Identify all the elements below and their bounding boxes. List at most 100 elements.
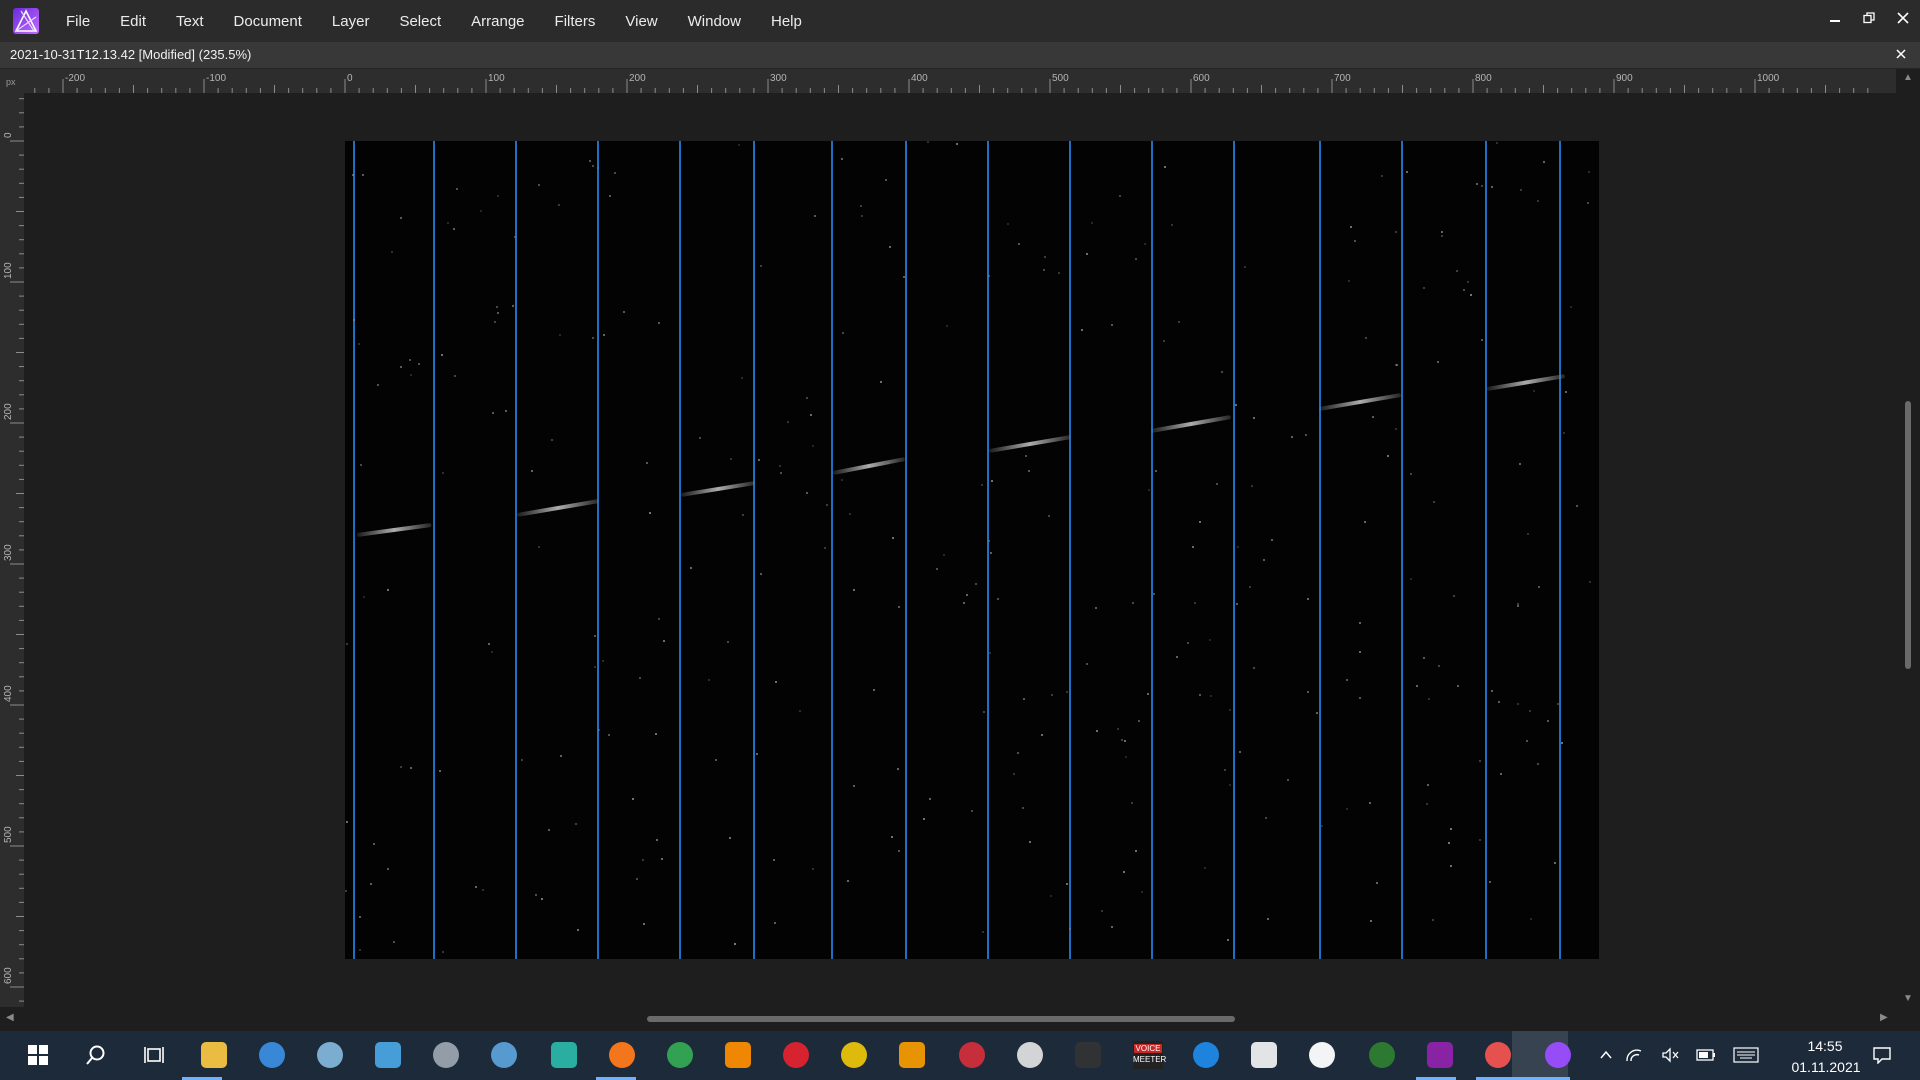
document-tab[interactable]: 2021-10-31T12.13.42 [Modified] (235.5%) — [0, 42, 1920, 69]
guide-line[interactable] — [1151, 141, 1153, 959]
star-dot — [1043, 269, 1045, 271]
guide-line[interactable] — [905, 141, 907, 959]
menu-layer[interactable]: Layer — [332, 13, 370, 30]
horizontal-scrollbar[interactable]: ◀ ▶ — [0, 1007, 1920, 1031]
star-dot — [594, 666, 596, 668]
star-dot — [1194, 602, 1196, 604]
guide-line[interactable] — [433, 141, 435, 959]
affinity-designer-icon[interactable] — [956, 1039, 988, 1071]
volume-muted-icon[interactable] — [1654, 1039, 1686, 1071]
close-document-icon[interactable] — [1892, 45, 1910, 63]
image-artboard[interactable] — [345, 141, 1599, 959]
paint-icon[interactable] — [1482, 1039, 1514, 1071]
guide-line[interactable] — [753, 141, 755, 959]
menu-window[interactable]: Window — [688, 13, 741, 30]
calendar-icon[interactable] — [1248, 1039, 1280, 1071]
scroll-up-arrow-icon[interactable]: ▲ — [1903, 72, 1913, 83]
guide-line[interactable] — [1485, 141, 1487, 959]
battery-icon[interactable] — [1690, 1039, 1722, 1071]
star-dot — [891, 836, 893, 838]
clock-date[interactable]: 01.11.2021 — [1778, 1059, 1874, 1075]
vertical-scroll-thumb[interactable] — [1905, 401, 1911, 669]
guide-line[interactable] — [1233, 141, 1235, 959]
star-dot — [598, 729, 600, 731]
search-icon[interactable] — [80, 1039, 112, 1071]
star-dot — [643, 923, 645, 925]
menu-select[interactable]: Select — [399, 13, 441, 30]
star-dot — [1058, 272, 1060, 274]
menu-filters[interactable]: Filters — [555, 13, 596, 30]
star-dot — [1346, 679, 1348, 681]
star-dot — [1305, 434, 1307, 436]
scroll-left-arrow-icon[interactable]: ◀ — [6, 1012, 14, 1023]
vertical-scrollbar[interactable]: ▲ ▼ — [1896, 69, 1920, 1007]
vertical-ruler[interactable]: 0 100 200 300 400 500 600 — [0, 93, 24, 1007]
menu-text[interactable]: Text — [176, 13, 204, 30]
guide-line[interactable] — [597, 141, 599, 959]
opera-icon[interactable] — [780, 1039, 812, 1071]
chrome-icon[interactable] — [664, 1039, 696, 1071]
guide-line[interactable] — [1069, 141, 1071, 959]
vlc-like-icon[interactable] — [896, 1039, 928, 1071]
scroll-right-arrow-icon[interactable]: ▶ — [1880, 1012, 1888, 1023]
remote-desktop-icon[interactable] — [372, 1039, 404, 1071]
guide-line[interactable] — [515, 141, 517, 959]
obs-icon[interactable] — [1014, 1039, 1046, 1071]
star-dot — [741, 377, 743, 379]
star-dot — [400, 217, 402, 219]
control-panel-icon[interactable] — [488, 1039, 520, 1071]
affinity-photo-logo-icon[interactable] — [12, 7, 40, 35]
star-dot — [1346, 808, 1348, 810]
star-dot — [779, 465, 781, 467]
star-dot — [480, 210, 482, 212]
star-dot — [1229, 709, 1231, 711]
pdf-icon[interactable] — [1424, 1039, 1456, 1071]
canvas-area[interactable] — [24, 93, 1896, 1007]
edge-icon[interactable] — [548, 1039, 580, 1071]
guide-line[interactable] — [831, 141, 833, 959]
restore-button[interactable] — [1852, 0, 1886, 36]
affinity-photo-icon[interactable] — [1542, 1039, 1574, 1071]
piano-icon[interactable] — [1072, 1039, 1104, 1071]
star-dot — [1119, 195, 1121, 197]
guide-line[interactable] — [353, 141, 355, 959]
keyboard-app-icon[interactable] — [1306, 1039, 1338, 1071]
menu-edit[interactable]: Edit — [120, 13, 146, 30]
camera-app-icon[interactable] — [1366, 1039, 1398, 1071]
guide-line[interactable] — [679, 141, 681, 959]
guide-line[interactable] — [1319, 141, 1321, 959]
firefox-icon[interactable] — [606, 1039, 638, 1071]
star-dot — [1066, 691, 1068, 693]
brave-icon[interactable] — [722, 1039, 754, 1071]
menu-document[interactable]: Document — [234, 13, 302, 30]
voicemeeter-icon[interactable]: VOICE MEETER — [1132, 1039, 1166, 1071]
keyboard-icon[interactable] — [1730, 1039, 1762, 1071]
star-dot — [1533, 390, 1535, 392]
menu-help[interactable]: Help — [771, 13, 802, 30]
teamviewer-icon[interactable] — [1190, 1039, 1222, 1071]
guide-line[interactable] — [987, 141, 989, 959]
scroll-down-arrow-icon[interactable]: ▼ — [1903, 993, 1913, 1004]
file-explorer-icon[interactable] — [198, 1039, 230, 1071]
network-icon[interactable] — [1618, 1039, 1650, 1071]
guide-line[interactable] — [1401, 141, 1403, 959]
menu-arrange[interactable]: Arrange — [471, 13, 524, 30]
store-icon[interactable] — [256, 1039, 288, 1071]
ruler-corner[interactable]: px — [0, 69, 24, 93]
menu-file[interactable]: File — [66, 13, 90, 30]
horizontal-ruler[interactable]: -200 -100 0 100 200 300 400 500 600 700 800 900 1000 — [24, 69, 1896, 93]
minimize-button[interactable] — [1818, 0, 1852, 36]
menu-view[interactable]: View — [625, 13, 657, 30]
close-button[interactable] — [1886, 0, 1920, 36]
task-view-icon[interactable] — [138, 1039, 170, 1071]
magnifier-icon[interactable] — [838, 1039, 870, 1071]
printer-icon[interactable] — [430, 1039, 462, 1071]
guide-line[interactable] — [1559, 141, 1561, 959]
notepad-icon[interactable] — [314, 1039, 346, 1071]
horizontal-scroll-thumb[interactable] — [647, 1016, 1235, 1022]
star-dot — [734, 943, 736, 945]
start-icon[interactable] — [22, 1039, 54, 1071]
star-dot — [1406, 171, 1408, 173]
clock-time[interactable]: 14:55 — [1796, 1038, 1854, 1054]
star-dot — [1428, 698, 1430, 700]
